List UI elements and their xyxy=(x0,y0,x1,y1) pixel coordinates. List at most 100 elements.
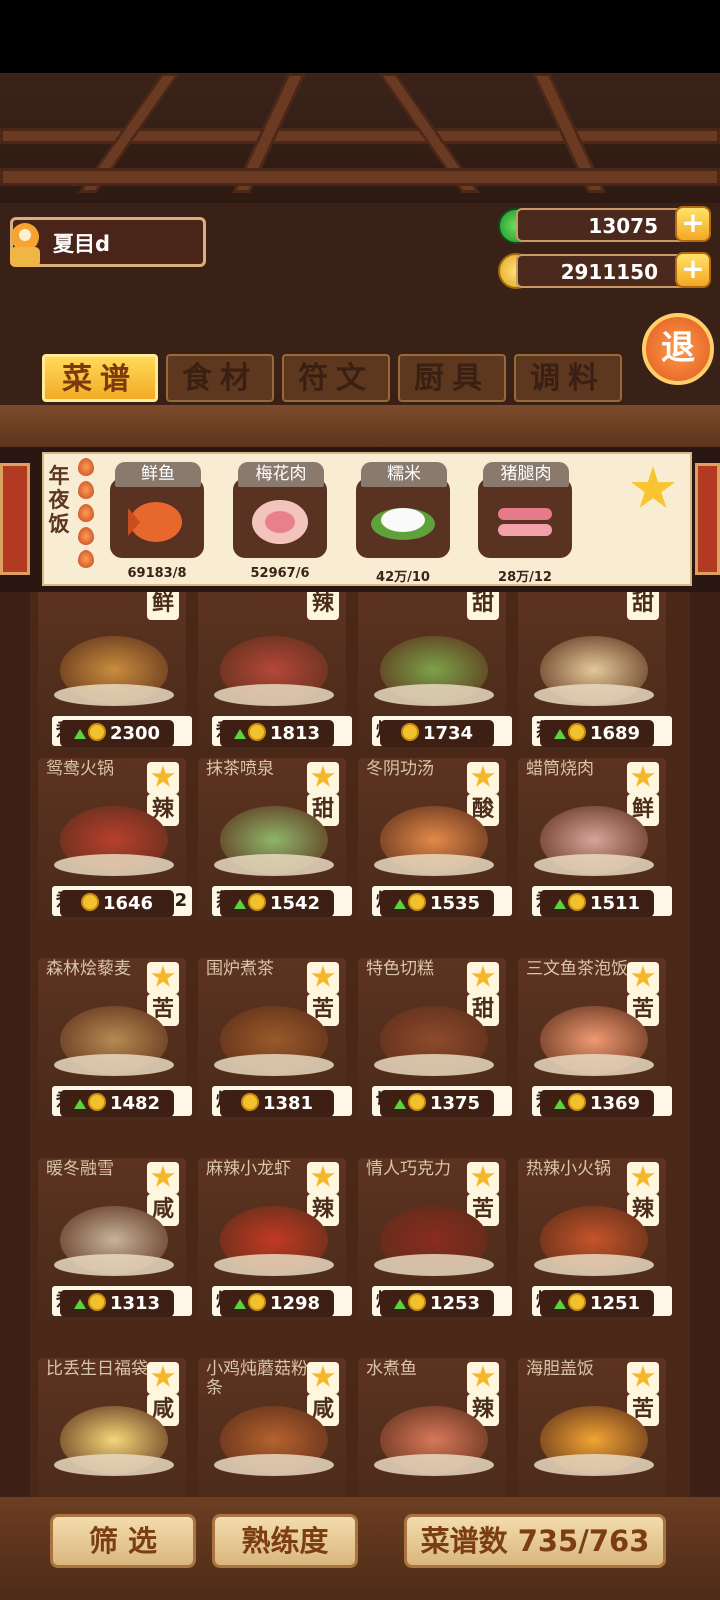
recipe-card[interactable]: 海胆盖饭苦 xyxy=(518,1358,666,1497)
coin-icon xyxy=(87,723,106,741)
dish-plate xyxy=(54,854,174,876)
owned-star-icon xyxy=(147,1162,179,1194)
owned-star-icon xyxy=(147,1362,179,1394)
flame-icon xyxy=(78,458,94,476)
price-up-arrow-icon xyxy=(553,729,566,739)
owned-star-icon xyxy=(467,762,499,794)
dish-plate xyxy=(214,1454,334,1476)
tab-runes[interactable]: 符文 xyxy=(282,354,390,402)
mastery-button[interactable]: 熟练度 xyxy=(212,1514,358,1568)
recipe-grid: 鲜煮115炸802300辣煮1201813甜烤142煮951734甜蒸96煮74… xyxy=(30,592,690,1497)
recipe-price: 1482 xyxy=(60,1090,174,1117)
recipe-price: 1251 xyxy=(540,1290,654,1317)
ingredient-count: 69183/8 xyxy=(127,566,187,581)
flame-icon xyxy=(78,527,94,545)
price-value: 1313 xyxy=(109,1293,161,1314)
recipe-card[interactable]: 小鸡炖蘑菇粉条咸 xyxy=(198,1358,346,1497)
price-value: 1369 xyxy=(589,1093,641,1114)
recipe-name: 暖冬融雪 xyxy=(46,1159,114,1179)
dish-plate xyxy=(214,1054,334,1076)
dish-plate xyxy=(214,684,334,706)
recipe-price: 1298 xyxy=(220,1290,334,1317)
owned-star-icon xyxy=(147,962,179,994)
price-up-arrow-icon xyxy=(233,1299,246,1309)
recipe-price: 1646 xyxy=(60,890,174,917)
price-value: 1381 xyxy=(262,1093,314,1114)
dish-plate xyxy=(534,1254,654,1276)
featured-label: 年夜饭 xyxy=(48,464,70,536)
owned-star-icon xyxy=(307,762,339,794)
coin-icon xyxy=(247,723,266,741)
ingredient-name: 猪腿肉 xyxy=(483,462,569,487)
chef-avatar-icon[interactable] xyxy=(4,213,46,269)
recipe-name: 冬阴功汤 xyxy=(366,759,434,779)
coin-icon xyxy=(87,1293,106,1311)
price-up-arrow-icon xyxy=(393,1099,406,1109)
recipe-price: 1813 xyxy=(220,720,334,747)
dish-plate xyxy=(374,684,494,706)
dish-plate xyxy=(54,1454,174,1476)
price-up-arrow-icon xyxy=(553,1299,566,1309)
dish-plate xyxy=(374,1054,494,1076)
recipe-name: 鸳鸯火锅 xyxy=(46,759,114,779)
dish-plate xyxy=(374,1454,494,1476)
tab-recipes[interactable]: 菜谱 xyxy=(42,354,158,402)
recipe-count: 菜谱数 735/763 xyxy=(404,1514,666,1568)
recipe-price: 1381 xyxy=(220,1090,334,1117)
dish-plate xyxy=(214,1254,334,1276)
price-value: 1375 xyxy=(429,1093,481,1114)
status-bar xyxy=(0,0,720,73)
price-up-arrow-icon xyxy=(73,1099,86,1109)
add-coins-button[interactable]: + xyxy=(675,252,711,288)
coin-icon xyxy=(407,1093,426,1111)
ingredient-rice[interactable]: 糯米 42万/10 xyxy=(356,462,450,585)
price-value: 1542 xyxy=(269,893,321,914)
recipe-price: 1313 xyxy=(60,1290,174,1317)
owned-star-icon xyxy=(627,1162,659,1194)
price-value: 1734 xyxy=(422,723,474,744)
jade-counter: 13075 xyxy=(516,208,700,242)
add-jade-button[interactable]: + xyxy=(675,206,711,242)
price-up-arrow-icon xyxy=(553,1099,566,1109)
coin-icon xyxy=(87,1093,106,1111)
ingredient-pork-leg[interactable]: 猪腿肉 28万/12 xyxy=(478,462,572,585)
tab-seasonings[interactable]: 调料 xyxy=(514,354,622,402)
recipe-name: 三文鱼茶泡饭 xyxy=(526,959,628,979)
flame-icon xyxy=(78,550,94,568)
recipe-price: 1734 xyxy=(380,720,494,747)
flame-icon xyxy=(78,481,94,499)
dish-plate xyxy=(534,854,654,876)
price-value: 1646 xyxy=(102,893,154,914)
recipe-name: 情人巧克力 xyxy=(366,1159,451,1179)
ingredient-count: 28万/12 xyxy=(498,570,552,585)
tab-utensils[interactable]: 厨具 xyxy=(398,354,506,402)
exit-button[interactable]: 退 xyxy=(642,313,714,385)
coin-icon xyxy=(80,893,99,911)
owned-star-icon xyxy=(627,962,659,994)
recipe-price: 1253 xyxy=(380,1290,494,1317)
shelf-top xyxy=(0,405,720,447)
price-value: 1298 xyxy=(269,1293,321,1314)
recipe-name: 热辣小火锅 xyxy=(526,1159,611,1179)
price-value: 2300 xyxy=(109,723,161,744)
price-value: 1535 xyxy=(429,893,481,914)
filter-button[interactable]: 筛 选 xyxy=(50,1514,196,1568)
coin-icon xyxy=(407,1293,426,1311)
recipe-name: 特色切糕 xyxy=(366,959,434,979)
tab-ingredients[interactable]: 食材 xyxy=(166,354,274,402)
ingredient-pork[interactable]: 梅花肉 52967/6 xyxy=(233,462,327,581)
owned-star-icon xyxy=(467,1362,499,1394)
flavor-badge: 甜 xyxy=(467,592,499,620)
recipe-card[interactable]: 比丢生日福袋咸 xyxy=(38,1358,186,1497)
owned-star-icon xyxy=(627,1362,659,1394)
price-up-arrow-icon xyxy=(393,899,406,909)
flame-icon xyxy=(78,504,94,522)
price-value: 1482 xyxy=(109,1093,161,1114)
coin-counter: 2911150 xyxy=(516,254,700,288)
recipe-card[interactable]: 水煮鱼辣 xyxy=(358,1358,506,1497)
coin-icon xyxy=(240,1093,259,1111)
recipe-name: 海胆盖饭 xyxy=(526,1359,594,1379)
price-up-arrow-icon xyxy=(73,729,86,739)
coin-icon xyxy=(400,723,419,741)
ingredient-fish[interactable]: 鲜鱼 69183/8 xyxy=(110,462,204,581)
